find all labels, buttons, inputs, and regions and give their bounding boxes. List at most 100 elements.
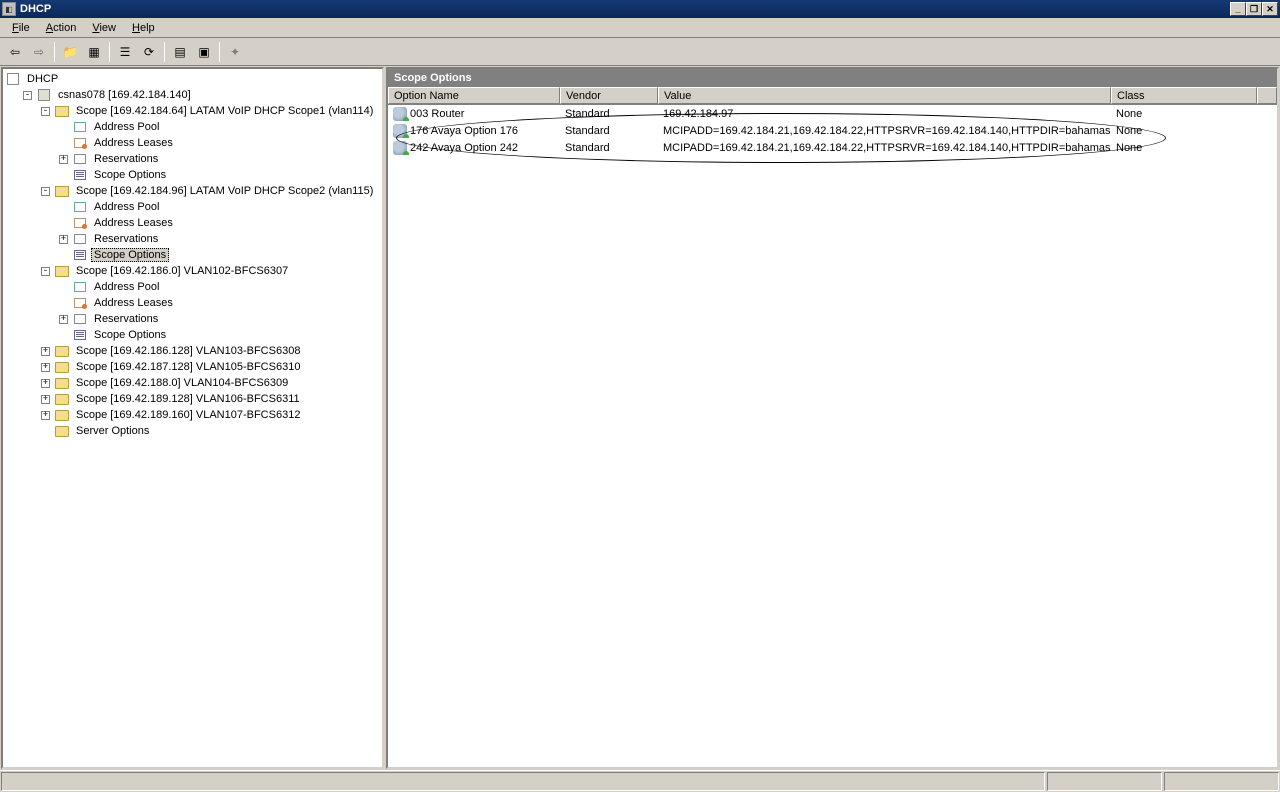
maximize-button[interactable]: ❐ <box>1246 2 1262 16</box>
collapse-icon[interactable]: - <box>41 267 50 276</box>
tree-scope1[interactable]: - Scope [169.42.184.64] LATAM VoIP DHCP … <box>5 103 380 119</box>
dhcp-icon <box>7 73 19 85</box>
tree-scope2-reservations[interactable]: + Reservations <box>5 231 380 247</box>
options-icon <box>74 170 86 180</box>
show-hide-tree-button[interactable]: ▦ <box>83 41 105 63</box>
status-cell-1 <box>1047 772 1162 791</box>
detail-pane: Scope Options Option Name Vendor Value C… <box>386 67 1279 769</box>
table-row[interactable]: 003 Router Standard 169.42.184.97 None <box>388 105 1277 122</box>
properties-button[interactable]: ☰ <box>114 41 136 63</box>
tree-scope2-pool[interactable]: Address Pool <box>5 199 380 215</box>
option-icon <box>393 107 407 121</box>
collapse-icon[interactable]: - <box>41 187 50 196</box>
collapse-icon[interactable]: - <box>23 91 32 100</box>
status-cell-main <box>1 772 1045 791</box>
options-icon <box>74 330 86 340</box>
tree-scope1-reservations[interactable]: + Reservations <box>5 151 380 167</box>
app-icon: ◧ <box>2 2 16 16</box>
column-value[interactable]: Value <box>658 87 1111 104</box>
tree-server-options[interactable]: Server Options <box>5 423 380 439</box>
leases-icon <box>74 298 86 308</box>
column-class[interactable]: Class <box>1111 87 1257 104</box>
tree-root-label: DHCP <box>24 72 61 86</box>
tree-scope2[interactable]: - Scope [169.42.184.96] LATAM VoIP DHCP … <box>5 183 380 199</box>
pool-icon <box>74 122 86 132</box>
tree-scope3-pool[interactable]: Address Pool <box>5 279 380 295</box>
folder-icon <box>55 410 69 421</box>
column-option-name[interactable]: Option Name <box>388 87 560 104</box>
back-button[interactable]: ⇦ <box>4 41 26 63</box>
up-button[interactable]: 📁 <box>59 41 81 63</box>
tree-scope4[interactable]: + Scope [169.42.186.128] VLAN103-BFCS630… <box>5 343 380 359</box>
menu-file[interactable]: File <box>4 20 38 36</box>
menu-bar: File Action View Help <box>0 18 1280 38</box>
expand-icon[interactable]: + <box>59 315 68 324</box>
tree-scope7[interactable]: + Scope [169.42.189.128] VLAN106-BFCS631… <box>5 391 380 407</box>
refresh-button[interactable]: ⟳ <box>138 41 160 63</box>
tree-scope1-options[interactable]: Scope Options <box>5 167 380 183</box>
folder-icon <box>55 378 69 389</box>
reservations-icon <box>74 314 86 324</box>
tree-scope8[interactable]: + Scope [169.42.189.160] VLAN107-BFCS631… <box>5 407 380 423</box>
window-title: DHCP <box>20 3 1230 15</box>
folder-icon <box>55 362 69 373</box>
status-cell-2 <box>1164 772 1279 791</box>
menu-action[interactable]: Action <box>38 20 85 36</box>
tree-scope3-reservations[interactable]: + Reservations <box>5 311 380 327</box>
expand-icon[interactable]: + <box>41 347 50 356</box>
reservations-icon <box>74 234 86 244</box>
tree-scope2-options[interactable]: Scope Options <box>5 247 380 263</box>
tree-root[interactable]: DHCP <box>5 71 380 87</box>
tree-scope1-leases[interactable]: Address Leases <box>5 135 380 151</box>
option-icon <box>393 124 407 138</box>
table-row[interactable]: 242 Avaya Option 242 Standard MCIPADD=16… <box>388 139 1277 156</box>
wizard-button[interactable]: ✦ <box>224 41 246 63</box>
tree-scope3[interactable]: - Scope [169.42.186.0] VLAN102-BFCS6307 <box>5 263 380 279</box>
table-body[interactable]: 003 Router Standard 169.42.184.97 None 1… <box>388 105 1277 767</box>
table-header: Option Name Vendor Value Class <box>388 87 1277 105</box>
folder-open-icon <box>55 106 69 117</box>
expand-icon[interactable]: + <box>59 155 68 164</box>
option-icon <box>393 141 407 155</box>
status-bar <box>0 770 1280 792</box>
column-spacer <box>1257 87 1277 104</box>
menu-help[interactable]: Help <box>124 20 163 36</box>
tree-pane[interactable]: DHCP - csnas078 [169.42.184.140] - Scope… <box>1 67 384 769</box>
pool-icon <box>74 282 86 292</box>
folder-icon <box>55 426 69 437</box>
export-button[interactable]: ▤ <box>169 41 191 63</box>
folder-icon <box>55 346 69 357</box>
folder-open-icon <box>55 266 69 277</box>
minimize-button[interactable]: _ <box>1230 2 1246 16</box>
expand-icon[interactable]: + <box>41 379 50 388</box>
close-button[interactable]: ✕ <box>1262 2 1278 16</box>
tree-scope1-label: Scope [169.42.184.64] LATAM VoIP DHCP Sc… <box>73 104 376 118</box>
options-icon <box>74 250 86 260</box>
leases-icon <box>74 218 86 228</box>
tree-server-label: csnas078 [169.42.184.140] <box>55 88 194 102</box>
tree-scope3-leases[interactable]: Address Leases <box>5 295 380 311</box>
folder-icon <box>55 394 69 405</box>
column-vendor[interactable]: Vendor <box>560 87 658 104</box>
tree-scope2-leases[interactable]: Address Leases <box>5 215 380 231</box>
titlebar: ◧ DHCP _ ❐ ✕ <box>0 0 1280 18</box>
tree-scope1-pool[interactable]: Address Pool <box>5 119 380 135</box>
expand-icon[interactable]: + <box>41 411 50 420</box>
tree-selected-label: Scope Options <box>91 248 169 262</box>
main-split: DHCP - csnas078 [169.42.184.140] - Scope… <box>0 66 1280 770</box>
leases-icon <box>74 138 86 148</box>
detail-header: Scope Options <box>388 69 1277 87</box>
menu-view[interactable]: View <box>84 20 124 36</box>
folder-open-icon <box>55 186 69 197</box>
table-row[interactable]: 176 Avaya Option 176 Standard MCIPADD=16… <box>388 122 1277 139</box>
tree-scope6[interactable]: + Scope [169.42.188.0] VLAN104-BFCS6309 <box>5 375 380 391</box>
forward-button[interactable]: ⇨ <box>28 41 50 63</box>
expand-icon[interactable]: + <box>41 395 50 404</box>
expand-icon[interactable]: + <box>41 363 50 372</box>
tree-scope5[interactable]: + Scope [169.42.187.128] VLAN105-BFCS631… <box>5 359 380 375</box>
collapse-icon[interactable]: - <box>41 107 50 116</box>
expand-icon[interactable]: + <box>59 235 68 244</box>
help-toolbar-button[interactable]: ▣ <box>193 41 215 63</box>
tree-server[interactable]: - csnas078 [169.42.184.140] <box>5 87 380 103</box>
tree-scope3-options[interactable]: Scope Options <box>5 327 380 343</box>
